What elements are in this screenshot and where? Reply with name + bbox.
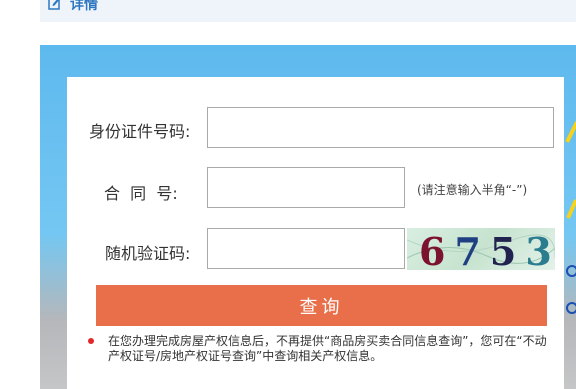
decorative-ring-icon	[566, 265, 576, 277]
detail-header: 详情	[40, 0, 576, 22]
contract-number-input[interactable]	[207, 167, 405, 208]
notice-text: 在您办理完成房屋产权信息后，不再提供“商品房买卖合同信息查询”，您可在“不动产权…	[108, 334, 547, 363]
captcha-digit: 5	[489, 229, 526, 270]
captcha-input[interactable]	[207, 228, 405, 269]
notice-bullet	[88, 338, 94, 344]
decorative-ring-icon	[566, 302, 576, 314]
decorative-arrow-icon	[566, 199, 576, 219]
captcha-label: 随机验证码:	[105, 244, 191, 263]
contract-number-label: 合 同 号:	[104, 184, 178, 203]
id-number-label: 身份证件号码:	[89, 122, 191, 141]
captcha-digit: 7	[454, 229, 490, 270]
captcha-image[interactable]: 6753	[407, 228, 555, 270]
captcha-digits: 6753	[419, 229, 555, 270]
query-button[interactable]: 查询	[96, 285, 547, 326]
decorative-arrow-icon	[565, 121, 576, 143]
contract-number-hint: (请注意输入半角“-”)	[417, 183, 528, 197]
captcha-digit: 6	[419, 229, 455, 270]
captcha-digit: 3	[525, 229, 555, 270]
id-number-input[interactable]	[207, 107, 554, 148]
detail-title: 详情	[70, 0, 98, 13]
edit-icon	[48, 0, 60, 10]
